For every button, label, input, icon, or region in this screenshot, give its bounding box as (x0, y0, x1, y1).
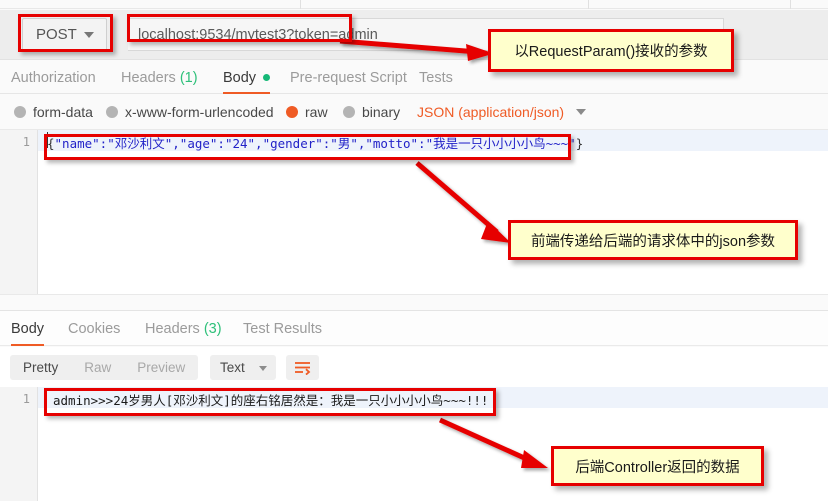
tab-headers-label: Headers (121, 69, 176, 86)
view-mode-raw[interactable]: Raw (71, 355, 124, 380)
radio-x-www-form-urlencoded-label: x-www-form-urlencoded (125, 103, 274, 120)
tab-authorization-label: Authorization (11, 69, 96, 86)
request-bar: POST localhost:9534/mytest3?token=admin (0, 10, 828, 60)
word-wrap-icon (295, 361, 311, 375)
request-tabs: Authorization Headers (1) Body Pre-reque… (0, 61, 828, 94)
view-mode-pretty[interactable]: Pretty (10, 355, 71, 380)
url-input[interactable]: localhost:9534/mytest3?token=admin (128, 18, 724, 51)
tab-pre-request-script[interactable]: Pre-request Script (290, 61, 407, 94)
tab-body[interactable]: Body (223, 61, 271, 94)
tab-tests[interactable]: Tests (419, 61, 453, 94)
request-body-code[interactable]: {"name":"邓沙利文","age":"24","gender":"男","… (47, 133, 583, 152)
tab-tests-label: Tests (419, 69, 453, 86)
request-code-close-brace: } (575, 136, 584, 151)
response-format-select[interactable]: Text (210, 355, 276, 380)
tab-body-label: Body (223, 69, 257, 86)
content-type-select[interactable]: JSON (application/json) (417, 95, 587, 128)
response-tab-test-results-label: Test Results (243, 320, 322, 337)
view-mode-preview[interactable]: Preview (124, 355, 198, 380)
radio-binary-label: binary (362, 103, 401, 120)
radio-raw-label: raw (305, 103, 328, 120)
radio-raw[interactable]: raw (286, 95, 328, 128)
response-line-number: 1 (22, 392, 30, 406)
top-strip-divider-3 (790, 0, 791, 9)
response-tab-headers-label: Headers (145, 320, 200, 337)
response-body-editor[interactable]: 1 admin>>>24岁男人[邓沙利文]的座右铭居然是：我是一只小小小小鸟~~… (0, 387, 828, 501)
url-value: localhost:9534/mytest3?token=admin (138, 26, 378, 43)
response-editor-gutter: 1 (0, 387, 38, 501)
response-format-label: Text (220, 360, 245, 375)
chevron-down-icon (84, 32, 94, 38)
response-toolbar: Pretty Raw Preview Text (0, 347, 828, 387)
tab-headers[interactable]: Headers (1) (121, 61, 198, 94)
request-editor-gutter: 1 (0, 130, 38, 294)
radio-binary-icon (343, 105, 355, 118)
word-wrap-button[interactable] (286, 355, 319, 380)
response-tab-test-results[interactable]: Test Results (243, 311, 322, 346)
radio-form-data-icon (14, 105, 26, 118)
response-tab-cookies[interactable]: Cookies (68, 311, 120, 346)
body-active-dot-icon (263, 74, 271, 81)
tab-headers-count: (1) (179, 69, 198, 86)
radio-x-www-form-urlencoded-icon (106, 105, 118, 118)
tab-pre-request-script-label: Pre-request Script (290, 69, 407, 86)
chevron-down-icon (259, 366, 267, 371)
request-code-body: "name":"邓沙利文","age":"24","gender":"男","m… (54, 136, 576, 151)
response-body-text: admin>>>24岁男人[邓沙利文]的座右铭居然是：我是一只小小小小鸟~~~!… (53, 393, 489, 408)
response-tab-body[interactable]: Body (11, 311, 45, 346)
response-tab-headers[interactable]: Headers (3) (145, 311, 222, 346)
radio-binary[interactable]: binary (343, 95, 400, 128)
request-code-open-brace: { (47, 136, 55, 151)
http-method-select[interactable]: POST (22, 18, 107, 51)
radio-x-www-form-urlencoded[interactable]: x-www-form-urlencoded (106, 95, 274, 128)
top-strip (0, 0, 828, 9)
response-tab-body-label: Body (11, 320, 45, 337)
chevron-down-icon (576, 108, 587, 115)
top-strip-divider-2 (588, 0, 589, 9)
response-tab-headers-count: (3) (203, 320, 222, 337)
response-view-mode-group: Pretty Raw Preview (10, 355, 199, 380)
content-type-label: JSON (application/json) (417, 103, 565, 120)
response-tab-cookies-label: Cookies (68, 320, 121, 337)
request-line-number: 1 (22, 135, 30, 149)
tab-authorization[interactable]: Authorization (11, 61, 96, 94)
radio-raw-icon (286, 105, 298, 118)
response-tabs: Body Cookies Headers (3) Test Results (0, 311, 828, 346)
panel-divider[interactable] (0, 295, 828, 311)
radio-form-data-label: form-data (33, 103, 93, 120)
radio-form-data[interactable]: form-data (14, 95, 93, 128)
request-body-editor[interactable]: 1 {"name":"邓沙利文","age":"24","gender":"男"… (0, 129, 828, 295)
postman-window: POST localhost:9534/mytest3?token=admin … (0, 0, 828, 501)
body-type-row: form-data x-www-form-urlencoded raw bina… (0, 95, 828, 128)
http-method-label: POST (36, 26, 77, 43)
top-strip-divider-1 (300, 0, 301, 9)
